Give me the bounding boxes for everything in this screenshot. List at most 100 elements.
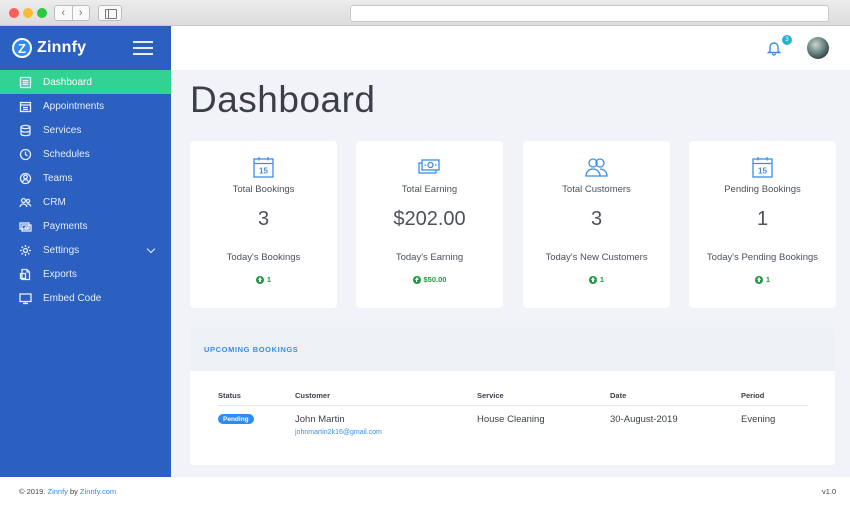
column-header-date: Date (610, 391, 627, 400)
calendar-15-icon: 15 (251, 155, 276, 180)
service-name: House Cleaning (477, 414, 545, 425)
card-label: Total Customers (562, 184, 631, 195)
card-delta: $50.00 (356, 275, 503, 284)
customer-email-link[interactable]: johnmartin2k16@gmail.com (295, 429, 382, 436)
export-icon (19, 268, 32, 281)
sidebar-toggle-icon[interactable] (98, 5, 122, 21)
card-sub-label: Today's Bookings (226, 252, 301, 263)
users-icon (19, 196, 32, 209)
column-header-status: Status (218, 391, 241, 400)
card-sub-label: Today's Pending Bookings (706, 252, 819, 263)
sidebar-item-crm[interactable]: CRM (0, 190, 171, 214)
maximize-window-button[interactable] (37, 8, 47, 18)
sidebar-item-exports[interactable]: Exports (0, 262, 171, 286)
avatar[interactable] (807, 37, 829, 59)
forward-icon[interactable]: › (71, 6, 90, 20)
stat-card-pending-bookings: 15 Pending Bookings 1 Today's Pending Bo… (689, 141, 836, 308)
database-icon (19, 124, 32, 137)
column-header-period: Period (741, 391, 765, 400)
notification-count-badge: 3 (782, 35, 792, 45)
sidebar-item-label: Settings (43, 244, 80, 256)
sidebar: Z Zinnfy Dashboard Appointments Services… (0, 26, 171, 477)
arrow-up-icon (412, 275, 421, 284)
booking-date: 30-August-2019 (610, 414, 678, 425)
money-icon (417, 155, 442, 180)
chevron-down-icon[interactable] (146, 244, 156, 254)
card-delta: 1 (190, 275, 337, 284)
sidebar-item-teams[interactable]: Teams (0, 166, 171, 190)
arrow-up-icon (255, 275, 264, 284)
clock-icon (19, 148, 32, 161)
brand-name: Zinnfy (37, 39, 87, 56)
payment-icon (19, 220, 32, 233)
svg-text:15: 15 (259, 167, 268, 176)
page-title: Dashboard (190, 79, 376, 120)
sidebar-item-appointments[interactable]: Appointments (0, 94, 171, 118)
brand[interactable]: Z Zinnfy (12, 38, 86, 58)
sidebar-item-label: Services (43, 124, 82, 136)
top-bar: 3 (171, 26, 850, 70)
calendar-icon (19, 100, 32, 113)
column-header-service: Service (477, 391, 504, 400)
sidebar-item-label: Embed Code (43, 292, 102, 304)
card-value: $202.00 (393, 208, 466, 230)
stat-card-total-customers: Total Customers 3 Today's New Customers … (523, 141, 670, 308)
sidebar-item-embed-code[interactable]: Embed Code (0, 286, 171, 310)
upcoming-bookings-panel: UPCOMING BOOKINGS Status Customer Servic… (190, 328, 835, 465)
copyright-text: © 2019. (19, 487, 46, 496)
close-window-button[interactable] (9, 8, 19, 18)
booking-period: Evening (741, 414, 776, 425)
browser-toolbar: ‹ › (0, 0, 850, 26)
status-badge: Pending (218, 414, 254, 424)
minimize-window-button[interactable] (23, 8, 33, 18)
sidebar-item-label: CRM (43, 196, 66, 208)
panel-title: UPCOMING BOOKINGS (204, 345, 299, 354)
arrow-up-icon (754, 275, 763, 284)
menu-toggle-icon[interactable] (133, 41, 153, 55)
sidebar-menu: Dashboard Appointments Services Schedule… (0, 70, 171, 310)
sidebar-item-schedules[interactable]: Schedules (0, 142, 171, 166)
card-label: Total Bookings (232, 184, 295, 195)
by-text: by (70, 487, 78, 496)
column-header-customer: Customer (295, 391, 331, 400)
sidebar-item-label: Teams (43, 172, 73, 184)
sidebar-item-services[interactable]: Services (0, 118, 171, 142)
sidebar-item-label: Appointments (43, 100, 105, 112)
main-content: 3 Dashboard 15 Total Bookings 3 Today's … (171, 26, 850, 477)
footer: © 2019. Zinnfy by Zinnfy.com v1.0 (0, 477, 850, 506)
card-delta: 1 (523, 275, 670, 284)
card-value: 3 (257, 208, 270, 230)
back-icon[interactable]: ‹ (55, 6, 72, 20)
customers-icon (584, 155, 609, 180)
sidebar-item-payments[interactable]: Payments (0, 214, 171, 238)
address-bar[interactable] (350, 5, 829, 22)
brand-logo-icon: Z (12, 38, 32, 58)
svg-text:15: 15 (758, 167, 767, 176)
arrow-up-icon (588, 275, 597, 284)
sidebar-item-settings[interactable]: Settings (0, 238, 171, 262)
card-sub-label: Today's New Customers (545, 252, 648, 263)
stat-card-total-bookings: 15 Total Bookings 3 Today's Bookings 1 (190, 141, 337, 308)
card-label: Pending Bookings (724, 184, 801, 195)
version-text: v1.0 (822, 487, 837, 496)
table-divider (218, 405, 808, 406)
customer-name: John Martin (295, 414, 345, 425)
sidebar-item-label: Exports (43, 268, 77, 280)
dashboard-icon (19, 76, 32, 89)
card-value: 3 (590, 208, 603, 230)
team-icon (19, 172, 32, 185)
monitor-icon (19, 292, 32, 305)
sidebar-item-label: Dashboard (43, 76, 92, 88)
sidebar-item-dashboard[interactable]: Dashboard (0, 70, 171, 94)
card-value: 1 (756, 208, 769, 230)
sidebar-item-label: Schedules (43, 148, 90, 160)
stat-card-total-earning: Total Earning $202.00 Today's Earning $5… (356, 141, 503, 308)
bell-icon[interactable] (766, 40, 782, 56)
site-link[interactable]: Zinnfy.com (80, 487, 116, 496)
footer-copyright: © 2019. Zinnfy by Zinnfy.com (19, 487, 116, 496)
panel-header: UPCOMING BOOKINGS (190, 328, 835, 371)
calendar-15-icon: 15 (750, 155, 775, 180)
brand-link[interactable]: Zinnfy (47, 487, 67, 496)
card-label: Total Earning (401, 184, 458, 195)
browser-nav-buttons: ‹ › (54, 5, 90, 21)
